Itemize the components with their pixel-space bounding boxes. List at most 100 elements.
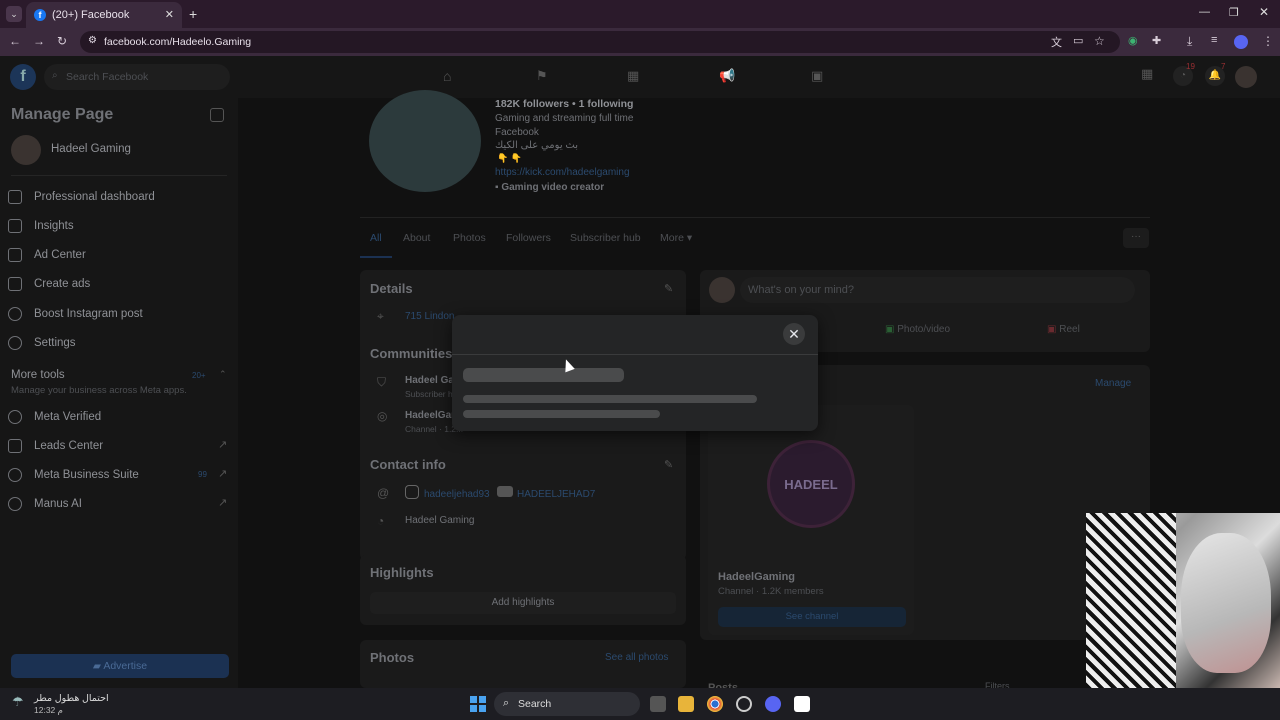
capcut-icon[interactable] (794, 696, 810, 712)
sidebar-item-create-ads[interactable]: Create ads (8, 277, 90, 291)
facebook-top-nav: f ⌕ Search Facebook ⌂ ⚑ ▦ 📢 ▣ ▦ ◔ 19 🔔 7 (0, 56, 1280, 98)
site-info-icon[interactable]: ⚙ (88, 35, 97, 46)
sidebar-item-boost-instagram[interactable]: Boost Instagram post (8, 307, 143, 321)
messenger-contact[interactable]: Hadeel Gaming (405, 515, 474, 526)
tab-about[interactable]: About (403, 232, 430, 244)
weather-text[interactable]: احتمال هطول مطر (34, 693, 109, 704)
more-options-icon[interactable]: ··· (1123, 228, 1149, 248)
follower-stats[interactable]: 182K followers • 1 following (495, 98, 633, 110)
new-tab-button[interactable]: + (189, 6, 197, 22)
see-channel-button[interactable]: See channel (718, 607, 906, 627)
download-icon[interactable]: ⤓ (1187, 34, 1192, 49)
sidebar-item-settings[interactable]: Settings (8, 336, 76, 350)
cast-icon[interactable]: ▭ (1073, 34, 1083, 47)
facebook-search-input[interactable]: ⌕ Search Facebook (44, 64, 230, 90)
sidebar-item-label: Settings (34, 337, 76, 349)
media-icon[interactable]: ≡ (1211, 34, 1217, 46)
sidebar-item-meta-verified[interactable]: Meta Verified (8, 410, 101, 424)
tab-subscriber-hub[interactable]: Subscriber hub (570, 232, 641, 244)
face-shape (1181, 533, 1271, 673)
sidebar-item-leads-center[interactable]: Leads Center (8, 439, 103, 453)
page-avatar[interactable] (11, 135, 41, 165)
channel-name[interactable]: HadeelGaming (718, 571, 795, 583)
taskbar-search-label: Search (518, 698, 552, 710)
address-bar[interactable]: ⚙ facebook.com/Hadeelo.Gaming (80, 31, 1120, 53)
windows-taskbar (0, 688, 1280, 720)
apps-grid-icon[interactable]: ▦ (1141, 66, 1161, 86)
tab-more[interactable]: More ▾ (660, 232, 692, 244)
app-icon[interactable] (736, 696, 752, 712)
sidebar-item-label: Insights (34, 220, 74, 232)
category-tag: ▪ Gaming video creator (495, 182, 604, 193)
youtube-handle[interactable]: HADEELJEHAD7 (517, 489, 595, 500)
youtube-icon (497, 486, 513, 497)
instagram-icon (8, 307, 22, 321)
chrome-icon[interactable] (707, 696, 723, 712)
insights-icon[interactable]: ▦ (627, 68, 639, 84)
instagram-handle[interactable]: hadeeljehad93 (424, 489, 490, 500)
sidebar-item-ad-center[interactable]: Ad Center (8, 248, 86, 262)
profile-picture[interactable] (369, 90, 481, 192)
details-title: Details (370, 281, 413, 296)
reel-button[interactable]: ▣ Reel (1047, 324, 1080, 335)
weather-icon[interactable]: ☂ (12, 694, 24, 710)
tab-all[interactable]: All (370, 232, 382, 244)
close-icon: ✕ (788, 325, 800, 342)
tab-strip: ⌄ f (20+) Facebook ✕ + — ❐ ✕ (0, 0, 1280, 28)
facebook-logo-icon[interactable]: f (10, 64, 36, 90)
store-icon[interactable]: ▣ (811, 68, 823, 84)
sidebar-title: Manage Page (11, 106, 114, 123)
sidebar-item-professional-dashboard[interactable]: Professional dashboard (8, 190, 155, 204)
more-tools-header[interactable]: More tools (11, 369, 65, 381)
reload-icon[interactable]: ↻ (57, 34, 67, 48)
composer-input[interactable]: What's on your mind? (740, 277, 1135, 303)
back-icon[interactable]: ← (9, 34, 21, 48)
more-tools-subtitle: Manage your business across Meta apps. (11, 385, 187, 396)
chevron-up-icon[interactable]: ⌃ (219, 369, 227, 380)
photo-video-button[interactable]: ▣ Photo/video (885, 324, 950, 335)
messenger-badge: 19 (1186, 62, 1195, 71)
divider (360, 217, 1150, 218)
forward-icon[interactable]: → (33, 34, 45, 48)
browser-tab[interactable]: f (20+) Facebook ✕ (26, 2, 182, 28)
task-view-icon[interactable] (650, 696, 666, 712)
discord-icon[interactable] (765, 696, 781, 712)
see-channel-label: See channel (785, 611, 839, 622)
restore-icon[interactable]: ❐ (1229, 6, 1239, 19)
tab-followers[interactable]: Followers (506, 232, 551, 244)
close-window-icon[interactable]: ✕ (1259, 5, 1269, 19)
tab-active-underline (360, 256, 392, 258)
tab-photos[interactable]: Photos (453, 232, 486, 244)
megaphone-icon[interactable]: 📢 (719, 68, 735, 84)
sidebar-item-label: Meta Business Suite (34, 469, 139, 481)
minimize-icon[interactable]: — (1199, 6, 1210, 18)
profile-avatar-icon[interactable] (1234, 35, 1248, 49)
sidebar-item-insights[interactable]: Insights (8, 219, 74, 233)
edit-icon[interactable]: ✎ (664, 458, 673, 471)
sidebar-item-meta-business-suite[interactable]: Meta Business Suite (8, 468, 139, 482)
bio-line: Facebook (495, 127, 539, 138)
close-dialog-button[interactable]: ✕ (783, 323, 805, 345)
bookmark-star-icon[interactable]: ☆ (1094, 34, 1105, 48)
collapse-sidebar-icon[interactable] (210, 108, 224, 122)
account-avatar[interactable] (1235, 66, 1257, 88)
sidebar-item-manus-ai[interactable]: Manus AI (8, 497, 82, 511)
windows-start-icon[interactable] (470, 696, 486, 712)
profile-link[interactable]: https://kick.com/hadeelgaming (495, 167, 630, 178)
pages-flag-icon[interactable]: ⚑ (536, 68, 548, 84)
taskbar-search[interactable]: ⌕ Search (494, 692, 640, 716)
menu-icon[interactable]: ⋮ (1262, 34, 1274, 48)
extension-icon[interactable]: ◉ (1128, 34, 1138, 47)
home-icon[interactable]: ⌂ (443, 68, 451, 84)
add-highlights-button[interactable]: Add highlights (370, 592, 676, 614)
edit-icon[interactable]: ✎ (664, 282, 673, 295)
tab-list-button[interactable]: ⌄ (6, 6, 22, 22)
close-tab-icon[interactable]: ✕ (165, 8, 174, 21)
translate-icon[interactable]: 文 (1051, 34, 1062, 50)
file-explorer-icon[interactable] (678, 696, 694, 712)
advertise-button[interactable]: ▰ Advertise (11, 654, 229, 678)
manage-channels-link[interactable]: Manage (1095, 378, 1131, 389)
see-all-photos-link[interactable]: See all photos (605, 652, 668, 663)
page-name[interactable]: Hadeel Gaming (51, 143, 131, 155)
extensions-puzzle-icon[interactable]: ✚ (1152, 34, 1161, 47)
